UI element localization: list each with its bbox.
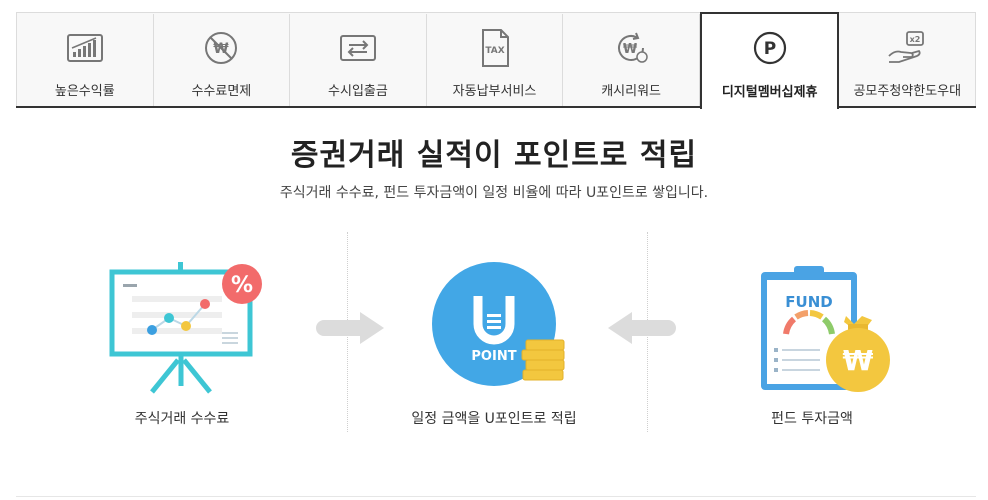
svg-text:₩: ₩ — [843, 344, 874, 377]
svg-text:₩: ₩ — [623, 42, 638, 57]
hand-x2-icon: x2 — [888, 31, 925, 63]
page-title: 증권거래 실적이 포인트로 적립 — [290, 138, 698, 173]
benefit-tabs: 높은수익률 ₩ 수수료면제 수시입출금 TAX 자동납부서비스 ₩ 캐시리워드 … — [16, 12, 976, 109]
tab-fee-exempt[interactable]: ₩ 수수료면제 — [154, 14, 291, 108]
fund-clipboard-illustration: FUND ₩ — [761, 266, 890, 392]
stock-fee-board-illustration: % — [109, 262, 262, 394]
svg-text:x2: x2 — [910, 35, 921, 44]
svg-text:P: P — [763, 39, 775, 59]
tab-label: 수수료면제 — [191, 84, 252, 99]
tab-label: 높은수익률 — [54, 84, 115, 99]
tab-auto-payment[interactable]: TAX 자동납부서비스 — [427, 14, 564, 108]
point-p-icon: P — [753, 31, 786, 65]
fund-label: FUND — [785, 293, 832, 311]
tab-label: 공모주청약한도우대 — [853, 84, 962, 99]
arrow-left-icon — [608, 312, 676, 344]
step-caption-stock-fee: 주식거래 수수료 — [134, 411, 230, 427]
won-cycle-icon: ₩ — [618, 32, 648, 63]
tab-label: 자동납부서비스 — [452, 84, 537, 99]
tab-free-withdrawal[interactable]: 수시입출금 — [290, 14, 427, 108]
arrow-right-icon — [316, 312, 384, 344]
step-caption-fund: 펀드 투자금액 — [771, 411, 853, 427]
tab-high-return[interactable]: 높은수익률 — [17, 14, 154, 108]
chart-growth-icon — [66, 34, 103, 62]
bottom-divider — [16, 496, 976, 497]
tab-label: 디지털멤버십제휴 — [721, 85, 818, 100]
page-subtitle: 주식거래 수수료, 펀드 투자금액이 일정 비율에 따라 U포인트로 쌓입니다. — [279, 185, 709, 201]
point-label: POINT — [471, 349, 516, 364]
step-caption-u-point: 일정 금액을 U포인트로 적립 — [411, 411, 577, 427]
tab-label: 캐시리워드 — [601, 84, 661, 99]
tab-cash-reward[interactable]: ₩ 캐시리워드 — [563, 14, 700, 108]
no-fee-won-icon: ₩ — [205, 32, 238, 64]
svg-text:TAX: TAX — [485, 46, 504, 56]
percent-badge: % — [231, 273, 253, 298]
tab-ipo-limit[interactable]: x2 공모주청약한도우대 — [839, 14, 975, 108]
tab-digital-membership[interactable]: P 디지털멤버십제휴 — [699, 12, 840, 109]
transfer-arrows-icon — [339, 35, 376, 61]
svg-text:₩: ₩ — [214, 41, 230, 57]
tax-document-icon: TAX — [481, 29, 509, 67]
u-point-illustration: POINT — [432, 262, 565, 386]
tab-label: 수시입출금 — [328, 84, 388, 99]
